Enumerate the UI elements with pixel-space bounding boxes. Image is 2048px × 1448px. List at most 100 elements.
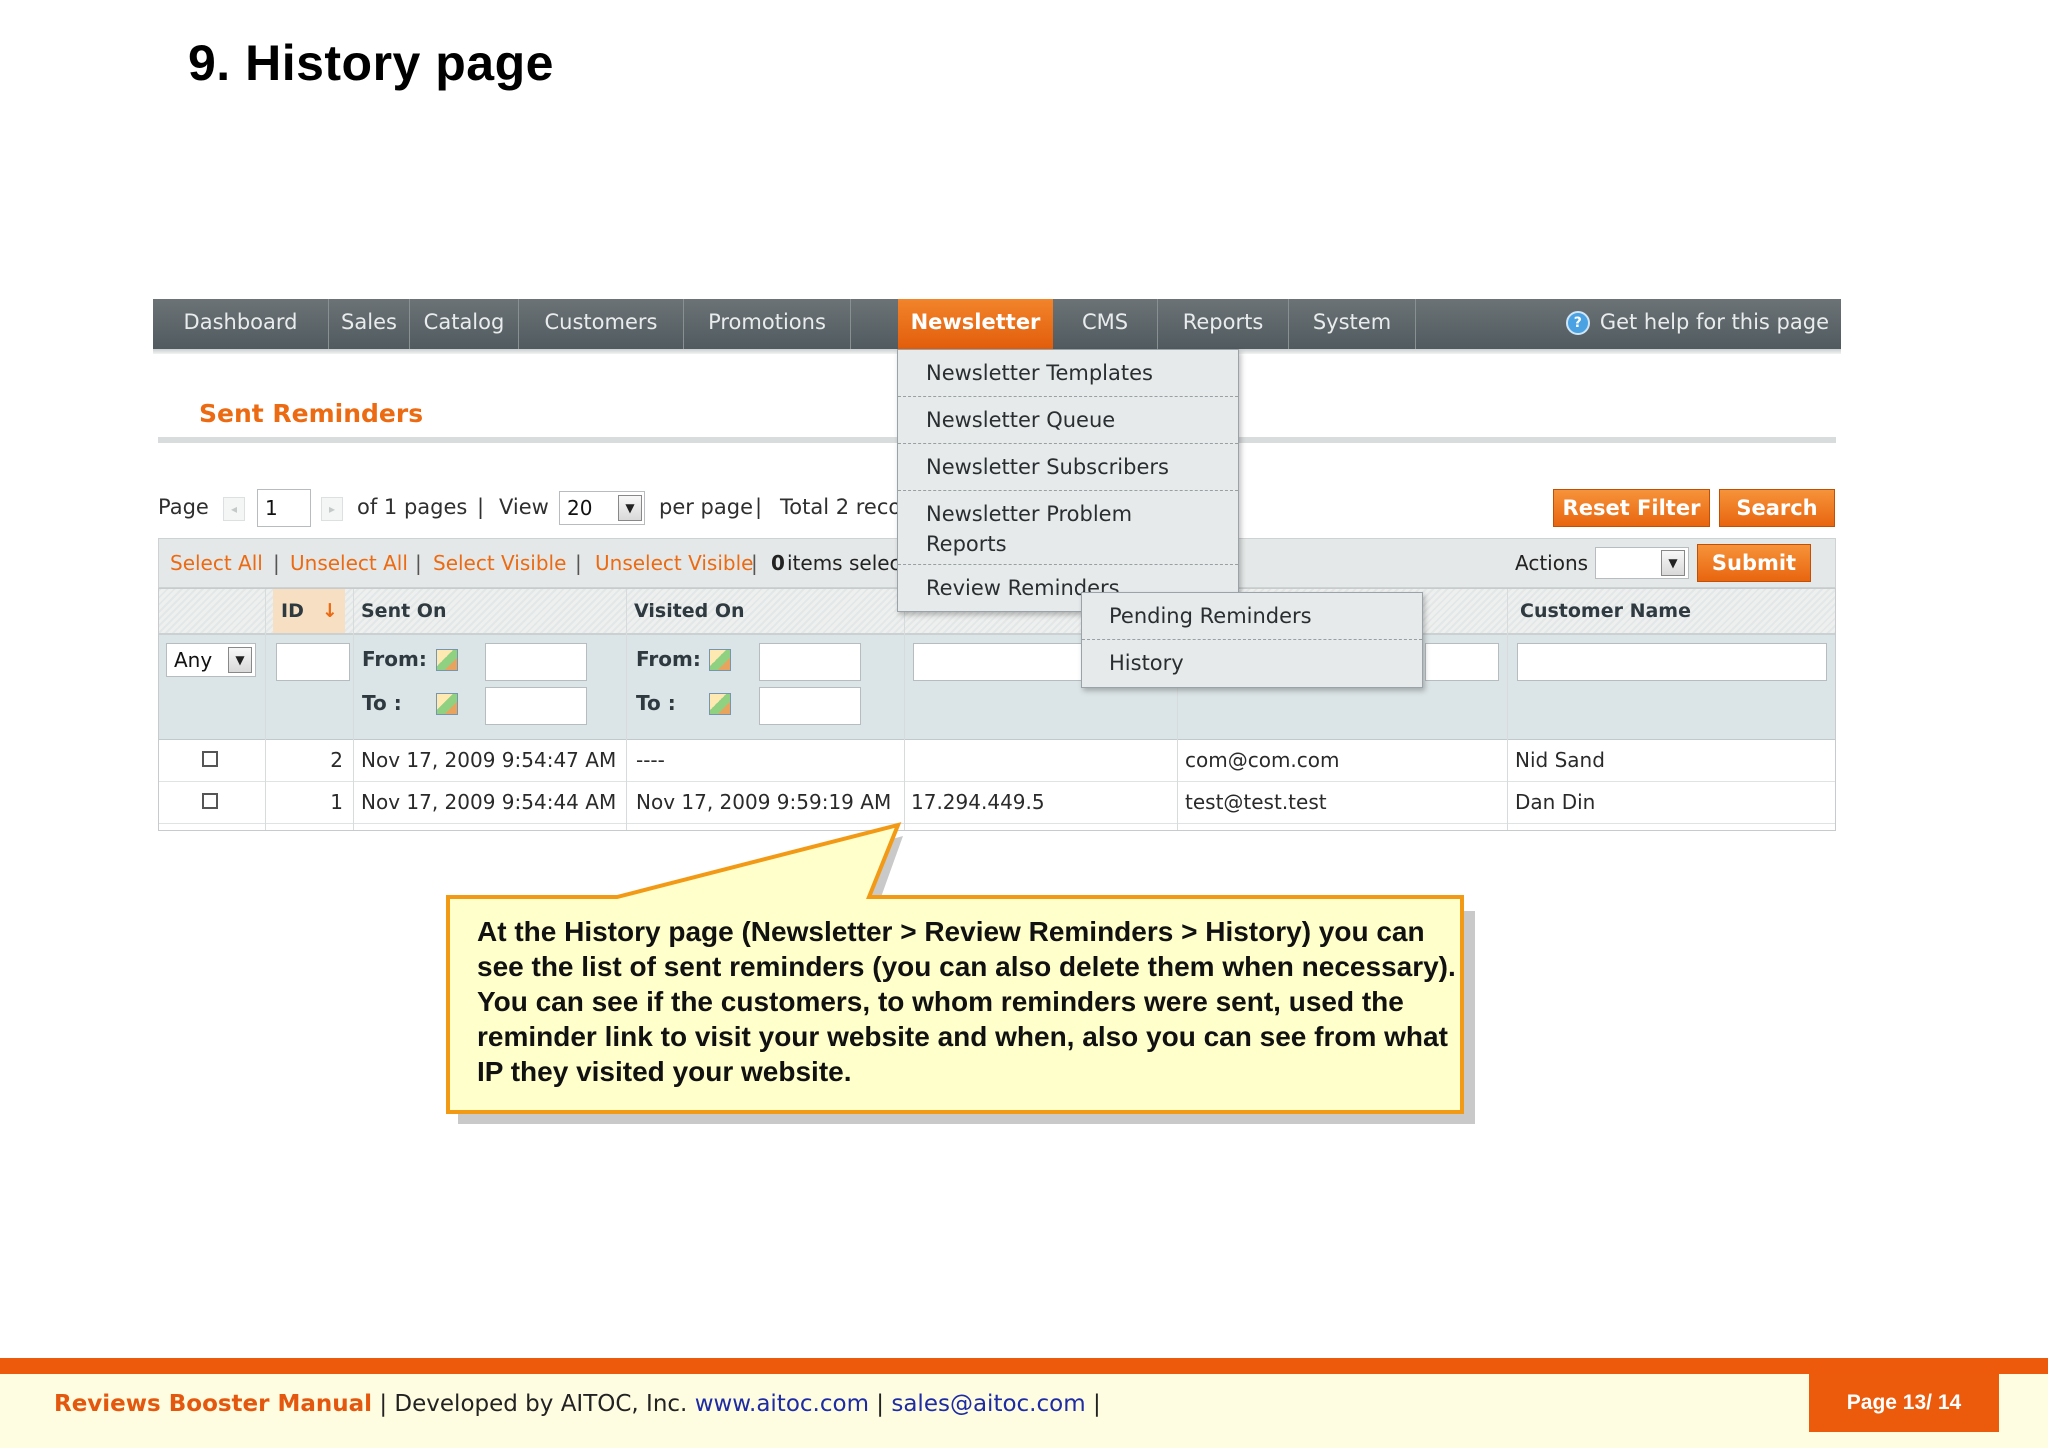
header-visited-on[interactable]: Visited On: [626, 589, 896, 633]
search-button[interactable]: Search: [1719, 489, 1835, 527]
calendar-icon[interactable]: [709, 693, 731, 715]
menu-newsletter-queue[interactable]: Newsletter Queue: [898, 397, 1238, 444]
select-visible-link[interactable]: Select Visible: [433, 551, 566, 575]
help-label: Get help for this page: [1599, 310, 1829, 334]
help-icon: ?: [1565, 311, 1590, 335]
email-filter-input[interactable]: [1425, 643, 1499, 681]
nav-reports[interactable]: Reports: [1158, 299, 1289, 349]
document-heading: 9. History page: [188, 35, 554, 91]
massaction-filter-value: Any: [174, 648, 213, 672]
sent-from-label: From:: [362, 647, 427, 671]
mass-sep: |: [415, 551, 422, 575]
items-selected-count: 0: [771, 551, 785, 575]
cell-email: test@test.test: [1185, 790, 1327, 814]
pager-page-input[interactable]: 1: [257, 489, 311, 527]
visited-to-input[interactable]: [759, 687, 861, 725]
footer-website-link[interactable]: www.aitoc.com: [695, 1391, 869, 1417]
footer-email-link[interactable]: sales@aitoc.com: [891, 1391, 1085, 1417]
header-id[interactable]: ID ↓: [273, 589, 345, 633]
menu-newsletter-problem-reports[interactable]: Newsletter Problem Reports: [898, 491, 1238, 565]
nav-system[interactable]: System: [1289, 299, 1416, 349]
sent-reminders-grid: ID ↓ Sent On Visited On Customer Name Any…: [158, 588, 1836, 831]
pager-sep: |: [477, 495, 485, 519]
footer-accent-bar: [0, 1358, 2048, 1374]
nav-cms[interactable]: CMS: [1053, 299, 1158, 349]
table-row[interactable]: 1 Nov 17, 2009 9:54:44 AM Nov 17, 2009 9…: [159, 782, 1835, 824]
visited-to-label: To :: [636, 691, 676, 715]
visited-from-input[interactable]: [759, 643, 861, 681]
column-divider: [265, 589, 266, 830]
sort-arrow-icon: ↓: [321, 600, 338, 622]
footer-manual-title: Reviews Booster Manual: [54, 1391, 373, 1417]
column-divider: [1507, 589, 1508, 830]
actions-select-arrow-icon[interactable]: ▼: [1661, 550, 1685, 576]
filter-select-arrow-icon[interactable]: ▼: [228, 647, 252, 673]
unselect-all-link[interactable]: Unselect All: [290, 551, 408, 575]
calendar-icon[interactable]: [709, 649, 731, 671]
top-navigation: Dashboard Sales Catalog Customers Promot…: [153, 299, 1841, 350]
unselect-visible-link[interactable]: Unselect Visible: [595, 551, 753, 575]
footer-sep: |: [1092, 1391, 1101, 1417]
calendar-icon[interactable]: [436, 693, 458, 715]
visited-from-label: From:: [636, 647, 701, 671]
menu-pending-reminders[interactable]: Pending Reminders: [1082, 593, 1422, 640]
pager-prev-icon[interactable]: ◂: [223, 497, 245, 521]
cell-remote-ip: 17.294.449.5: [911, 790, 1045, 814]
pager-view-value: 20: [567, 496, 593, 520]
view-select-arrow-icon[interactable]: ▼: [618, 495, 642, 521]
row-checkbox[interactable]: [202, 751, 218, 767]
footer-sep: |: [876, 1391, 885, 1417]
calendar-icon[interactable]: [436, 649, 458, 671]
cell-sent-on: Nov 17, 2009 9:54:44 AM: [361, 790, 617, 814]
menu-history[interactable]: History: [1082, 640, 1422, 687]
reset-filter-button[interactable]: Reset Filter: [1553, 489, 1710, 527]
cell-visited-on: Nov 17, 2009 9:59:19 AM: [636, 790, 892, 814]
cell-customer-name: Dan Din: [1515, 790, 1596, 814]
page-number: Page 13/ 14: [1809, 1374, 1999, 1432]
nav-customers[interactable]: Customers: [519, 299, 684, 349]
mass-sep: |: [575, 551, 582, 575]
id-filter-input[interactable]: [276, 643, 350, 681]
menu-newsletter-templates[interactable]: Newsletter Templates: [898, 350, 1238, 397]
grid-filter-row: Any ▼ From: To : From: To :: [159, 635, 1835, 740]
cell-id: 1: [330, 790, 343, 814]
pager-total: Total 2 reco: [780, 495, 902, 519]
footer-text: Reviews Booster Manual | Developed by AI…: [54, 1391, 1101, 1417]
pager-sep: |: [755, 495, 763, 519]
row-checkbox[interactable]: [202, 793, 218, 809]
select-all-link[interactable]: Select All: [170, 551, 263, 575]
cell-id: 2: [330, 748, 343, 772]
callout-text: At the History page (Newsletter > Review…: [477, 916, 1456, 1087]
nav-promotions[interactable]: Promotions: [684, 299, 851, 349]
cell-visited-on: ----: [636, 748, 665, 772]
header-sent-on[interactable]: Sent On: [353, 589, 623, 633]
cell-customer-name: Nid Sand: [1515, 748, 1605, 772]
actions-label: Actions: [1515, 551, 1589, 575]
table-row[interactable]: 2 Nov 17, 2009 9:54:47 AM ---- com@com.c…: [159, 740, 1835, 782]
customer-name-filter-input[interactable]: [1517, 643, 1827, 681]
submit-button[interactable]: Submit: [1697, 544, 1811, 582]
cell-email: com@com.com: [1185, 748, 1340, 772]
review-reminders-submenu: Pending Reminders History: [1081, 592, 1423, 688]
nav-dashboard[interactable]: Dashboard: [153, 299, 329, 349]
footer-developer: | Developed by AITOC, Inc.: [379, 1391, 688, 1417]
nav-sales[interactable]: Sales: [329, 299, 410, 349]
column-divider: [626, 589, 627, 830]
pager-per-page: per page: [659, 495, 754, 519]
nav-catalog[interactable]: Catalog: [410, 299, 519, 349]
column-divider: [353, 589, 354, 830]
pager-page-label: Page: [158, 495, 209, 519]
help-link[interactable]: ? Get help for this page: [1565, 299, 1829, 349]
pager-view-label: View: [499, 495, 549, 519]
menu-newsletter-subscribers[interactable]: Newsletter Subscribers: [898, 444, 1238, 491]
cell-sent-on: Nov 17, 2009 9:54:47 AM: [361, 748, 617, 772]
header-customer-name[interactable]: Customer Name: [1512, 589, 1832, 633]
section-title: Sent Reminders: [199, 399, 424, 428]
sent-to-input[interactable]: [485, 687, 587, 725]
mass-sep: |: [273, 551, 280, 575]
pager-next-icon[interactable]: ▸: [321, 497, 343, 521]
sent-to-label: To :: [362, 691, 402, 715]
nav-newsletter[interactable]: Newsletter: [898, 299, 1053, 349]
sent-from-input[interactable]: [485, 643, 587, 681]
newsletter-dropdown-menu: Newsletter Templates Newsletter Queue Ne…: [897, 349, 1239, 612]
